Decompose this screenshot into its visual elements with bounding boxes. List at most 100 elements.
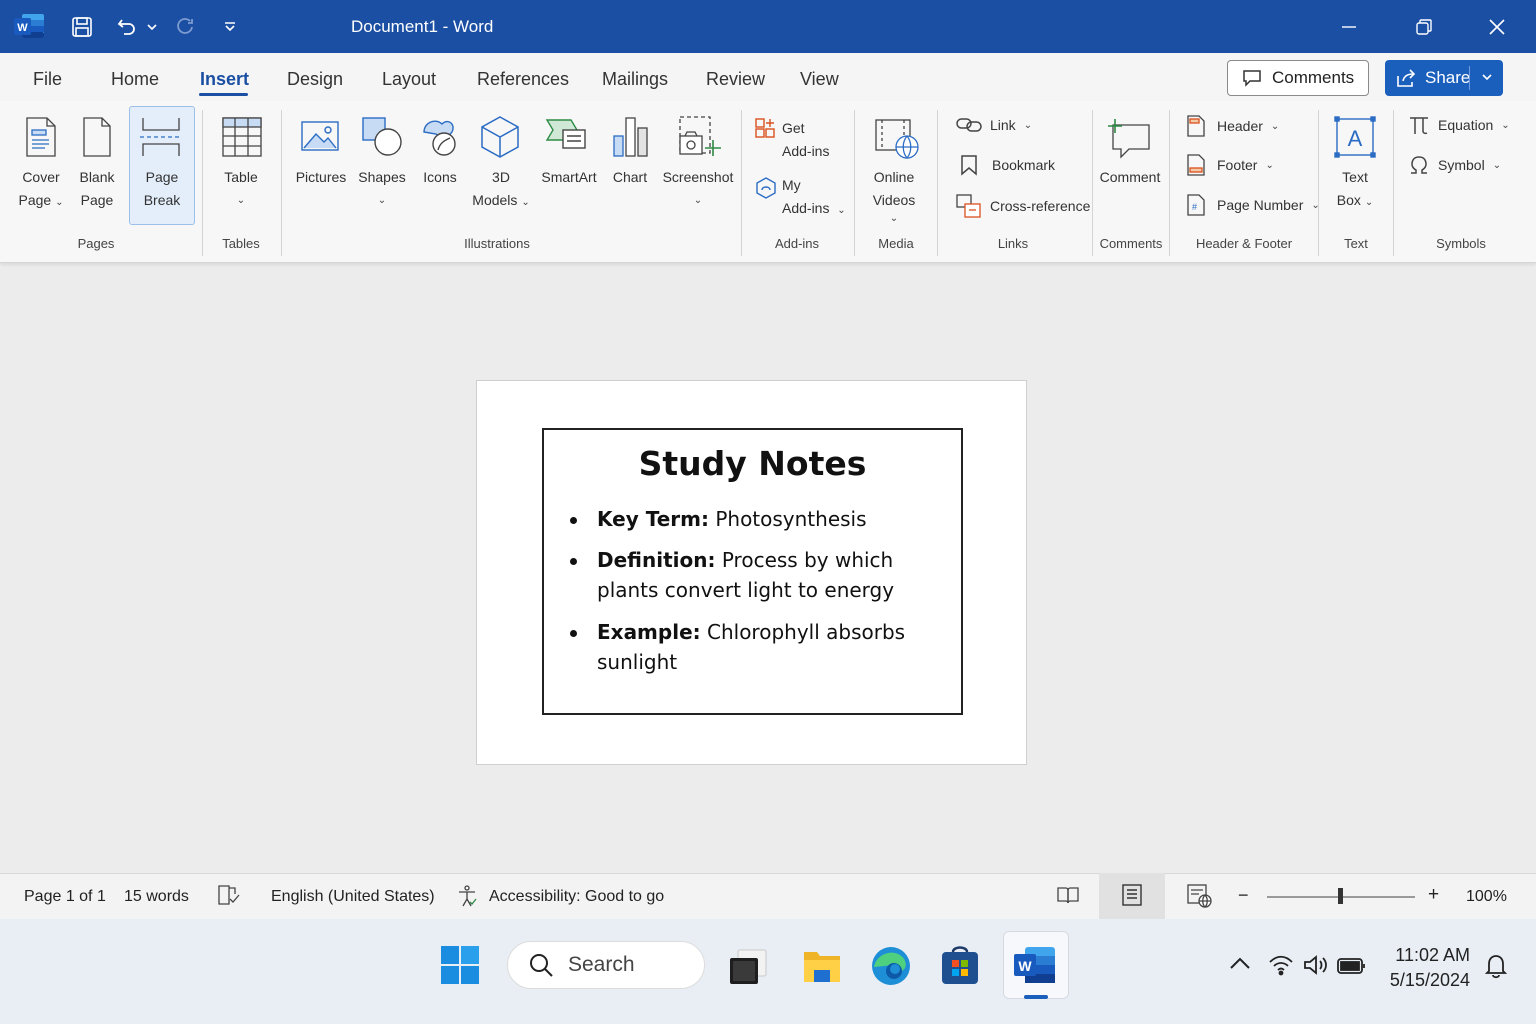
battery-icon[interactable] bbox=[1337, 957, 1367, 980]
text-box-button[interactable]: Text Box ⌄ bbox=[1326, 166, 1384, 214]
zoom-in-icon[interactable]: + bbox=[1428, 884, 1439, 906]
read-mode-icon[interactable] bbox=[1057, 885, 1079, 910]
tab-layout[interactable]: Layout bbox=[382, 69, 436, 90]
group-separator bbox=[1092, 110, 1093, 256]
close-icon[interactable] bbox=[1467, 0, 1527, 53]
tab-file[interactable]: File bbox=[33, 69, 62, 90]
group-label-addins: Add-ins bbox=[774, 236, 820, 251]
get-addins-label-2: Add-ins bbox=[782, 143, 830, 159]
tab-view[interactable]: View bbox=[800, 69, 839, 90]
group-label-comments: Comments bbox=[1099, 236, 1163, 251]
chevron-up-icon[interactable] bbox=[1229, 956, 1251, 975]
comment-button[interactable]: Comment bbox=[1098, 166, 1162, 189]
bullet-dot bbox=[570, 630, 577, 637]
page-count[interactable]: Page 1 of 1 bbox=[24, 888, 106, 906]
cover-page-label-1: Cover bbox=[22, 169, 60, 185]
header-icon bbox=[1187, 115, 1205, 137]
undo-icon[interactable] bbox=[114, 0, 140, 53]
bullet-dot bbox=[570, 558, 577, 565]
bullet-term: Key Term: bbox=[597, 507, 709, 531]
icons-button[interactable]: Icons bbox=[414, 166, 466, 189]
study-notes-box[interactable]: Study Notes Key Term: Photosynthesis Def… bbox=[542, 428, 963, 715]
restore-icon[interactable] bbox=[1394, 0, 1454, 53]
tab-home[interactable]: Home bbox=[111, 69, 159, 90]
chevron-down-icon: ⌄ bbox=[1265, 159, 1274, 171]
taskbar-clock[interactable]: 11:02 AM 5/15/2024 bbox=[1380, 943, 1470, 993]
page-number-button[interactable]: # Page Number ⌄ bbox=[1187, 194, 1320, 216]
comments-button[interactable]: Comments bbox=[1227, 60, 1369, 96]
cross-reference-button[interactable]: Cross-reference bbox=[956, 194, 1090, 218]
volume-icon[interactable] bbox=[1303, 954, 1329, 981]
screenshot-button[interactable]: Screenshot ⌄ bbox=[660, 166, 736, 212]
share-dropdown-icon[interactable] bbox=[1481, 70, 1493, 84]
smartart-button[interactable]: SmartArt bbox=[536, 166, 602, 189]
online-videos-button[interactable]: Online Videos ⌄ bbox=[864, 166, 924, 226]
my-addins-label-2: Add-ins bbox=[782, 200, 830, 216]
word-taskbar-icon[interactable]: W bbox=[1013, 945, 1057, 990]
save-icon[interactable] bbox=[68, 0, 96, 53]
symbol-button[interactable]: Symbol ⌄ bbox=[1408, 154, 1501, 176]
group-separator bbox=[854, 110, 855, 256]
smartart-icon bbox=[545, 116, 587, 157]
tab-mailings[interactable]: Mailings bbox=[602, 69, 668, 90]
cross-reference-label: Cross-reference bbox=[990, 198, 1091, 214]
chart-button[interactable]: Chart bbox=[604, 166, 656, 189]
web-layout-icon[interactable] bbox=[1187, 884, 1213, 913]
edge-icon[interactable] bbox=[870, 945, 912, 992]
cover-page-button[interactable]: Cover Page ⌄ bbox=[12, 166, 70, 214]
blank-page-button[interactable]: Blank Page bbox=[72, 166, 122, 212]
word-logo-icon: W bbox=[14, 12, 44, 40]
group-label-symbols: Symbols bbox=[1436, 236, 1486, 251]
notification-bell-icon[interactable] bbox=[1484, 953, 1508, 984]
file-explorer-icon[interactable] bbox=[802, 946, 842, 991]
my-addins-icon bbox=[754, 176, 778, 205]
tab-review[interactable]: Review bbox=[706, 69, 765, 90]
table-button[interactable]: Table ⌄ bbox=[212, 166, 270, 212]
my-addins-button[interactable]: My Add-ins ⌄ bbox=[782, 174, 846, 222]
undo-dropdown-icon[interactable] bbox=[144, 0, 160, 53]
share-button[interactable]: Share bbox=[1385, 60, 1503, 96]
footer-button[interactable]: Footer ⌄ bbox=[1187, 154, 1274, 176]
proofing-icon[interactable] bbox=[217, 884, 241, 911]
zoom-out-icon[interactable]: − bbox=[1238, 885, 1249, 906]
header-label: Header bbox=[1217, 118, 1263, 134]
zoom-slider-thumb[interactable] bbox=[1338, 888, 1343, 904]
bullet-term: Definition: bbox=[597, 548, 716, 572]
taskbar-search[interactable]: Search bbox=[507, 941, 705, 989]
zoom-level[interactable]: 100% bbox=[1466, 888, 1507, 906]
redo-icon[interactable] bbox=[172, 0, 198, 53]
equation-button[interactable]: Equation ⌄ bbox=[1408, 114, 1510, 136]
word-count[interactable]: 15 words bbox=[124, 888, 189, 906]
wifi-icon[interactable] bbox=[1268, 954, 1294, 981]
minimize-icon[interactable] bbox=[1319, 0, 1379, 53]
svg-text:A: A bbox=[1348, 126, 1363, 151]
tab-design[interactable]: Design bbox=[287, 69, 343, 90]
blank-page-label-1: Blank bbox=[79, 169, 115, 185]
bookmark-button[interactable]: Bookmark bbox=[960, 154, 1055, 176]
header-button[interactable]: Header ⌄ bbox=[1187, 115, 1279, 137]
shapes-button[interactable]: Shapes ⌄ bbox=[354, 166, 410, 212]
page-break-button[interactable]: Page Break bbox=[132, 166, 192, 212]
print-layout-icon[interactable] bbox=[1121, 884, 1143, 911]
chevron-down-icon: ⌄ bbox=[1364, 197, 1374, 208]
3d-models-button[interactable]: 3D Models ⌄ bbox=[470, 166, 532, 214]
task-view-icon[interactable] bbox=[728, 946, 768, 991]
store-icon[interactable] bbox=[940, 944, 980, 991]
link-button[interactable]: Link ⌄ bbox=[956, 115, 1032, 135]
customize-qat-icon[interactable] bbox=[220, 0, 240, 53]
chevron-down-icon: ⌄ bbox=[55, 197, 64, 208]
accessibility-status[interactable]: Accessibility: Good to go bbox=[489, 888, 664, 906]
group-label-media: Media bbox=[878, 236, 914, 251]
language-status[interactable]: English (United States) bbox=[271, 888, 435, 906]
pictures-button[interactable]: Pictures bbox=[290, 166, 352, 189]
tab-insert[interactable]: Insert bbox=[200, 69, 249, 90]
smartart-label: SmartArt bbox=[541, 169, 597, 185]
equation-pi-icon bbox=[1410, 117, 1428, 135]
start-icon[interactable] bbox=[440, 945, 480, 990]
tab-references[interactable]: References bbox=[477, 69, 569, 90]
clock-date: 5/15/2024 bbox=[1389, 970, 1470, 990]
bullet-dot bbox=[570, 517, 577, 524]
get-addins-button[interactable]: Get Add-ins bbox=[782, 117, 829, 163]
new-comment-icon bbox=[1107, 117, 1151, 164]
clock-time: 11:02 AM bbox=[1395, 945, 1470, 965]
